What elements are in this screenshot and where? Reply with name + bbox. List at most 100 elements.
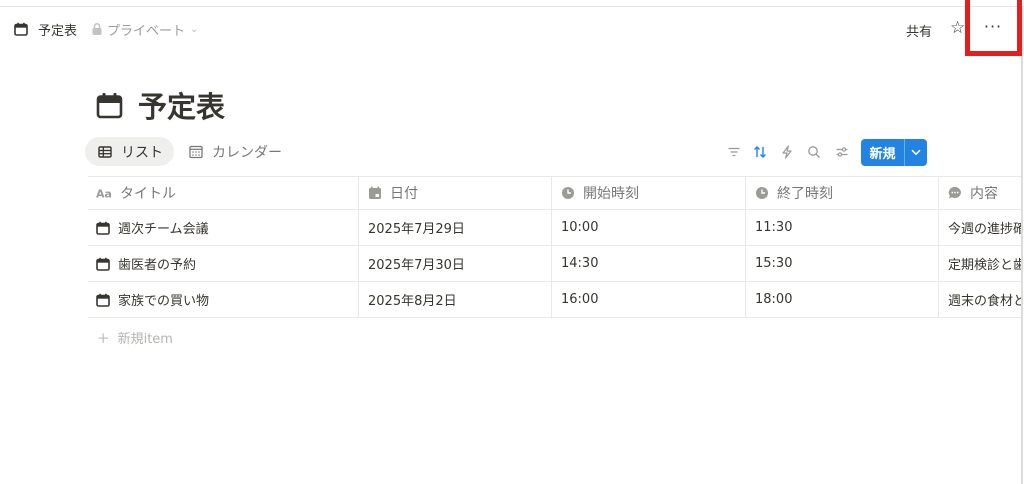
cell-title[interactable]: 週次チーム会議	[96, 210, 358, 245]
column-header-date[interactable]: 日付	[368, 177, 550, 209]
table-row[interactable]: 歯医者の予約 2025年7月30日 14:30 15:30 定期検診と歯	[88, 246, 1021, 282]
calendar-icon	[96, 221, 110, 235]
row-date: 2025年7月29日	[368, 222, 465, 237]
calendar-icon	[96, 257, 110, 271]
column-divider	[358, 246, 359, 281]
column-header-label: 内容	[970, 186, 998, 202]
row-start: 14:30	[561, 256, 599, 271]
row-end: 11:30	[755, 220, 793, 235]
column-divider	[551, 282, 552, 317]
column-divider	[551, 210, 552, 245]
row-title[interactable]: 週次チーム会議	[118, 218, 209, 237]
column-divider	[745, 246, 746, 281]
svg-text:Aa: Aa	[96, 188, 112, 201]
column-divider[interactable]	[745, 177, 746, 209]
window-top-border	[0, 0, 1024, 7]
tab-calendar-label: カレンダー	[212, 144, 282, 161]
cell-start[interactable]: 16:00	[561, 282, 743, 317]
cell-end[interactable]: 11:30	[755, 210, 937, 245]
cell-end[interactable]: 18:00	[755, 282, 937, 317]
cell-start[interactable]: 10:00	[561, 210, 743, 245]
row-end: 18:00	[755, 292, 793, 307]
new-button[interactable]: 新規	[861, 139, 927, 166]
column-divider	[938, 210, 939, 245]
row-end: 15:30	[755, 256, 793, 271]
top-bar: 予定表 プライベート ⌄ 共有 ☆	[0, 8, 1024, 50]
row-content: 週末の食材と	[948, 294, 1021, 309]
plus-icon: +	[97, 328, 110, 347]
row-date: 2025年7月30日	[368, 258, 465, 273]
tab-calendar-view[interactable]: カレンダー	[186, 137, 282, 166]
table-row[interactable]: 家族での買い物 2025年8月2日 16:00 18:00 週末の食材と	[88, 282, 1021, 318]
breadcrumb-title[interactable]: 予定表	[38, 20, 77, 39]
settings-icon[interactable]	[834, 144, 850, 160]
row-content: 定期検診と歯	[948, 258, 1021, 273]
sort-icon[interactable]	[752, 144, 768, 160]
filter-icon[interactable]	[726, 144, 742, 160]
column-divider	[745, 210, 746, 245]
row-start: 10:00	[561, 220, 599, 235]
column-header-label: 終了時刻	[777, 186, 833, 202]
column-divider	[745, 282, 746, 317]
column-divider	[551, 246, 552, 281]
column-header-end[interactable]: 終了時刻	[755, 177, 937, 209]
cell-date[interactable]: 2025年8月2日	[368, 282, 550, 317]
tab-list-view[interactable]: リスト	[85, 137, 174, 166]
automation-icon[interactable]	[779, 144, 795, 160]
column-divider	[358, 210, 359, 245]
lock-icon	[92, 22, 102, 35]
calendar-icon	[96, 293, 110, 307]
cell-end[interactable]: 15:30	[755, 246, 937, 281]
row-content: 今週の進捗確	[948, 222, 1021, 237]
new-button-label[interactable]: 新規	[861, 143, 904, 162]
comment-icon	[948, 186, 961, 199]
table-icon	[98, 145, 112, 158]
column-header-title[interactable]: Aa タイトル	[96, 177, 358, 209]
row-title[interactable]: 家族での買い物	[118, 290, 209, 309]
cell-content[interactable]: 週末の食材と	[948, 282, 1021, 317]
column-divider	[358, 282, 359, 317]
share-button[interactable]: 共有	[906, 21, 932, 40]
clock-icon	[562, 187, 574, 199]
column-divider[interactable]	[358, 177, 359, 209]
clock-icon	[756, 187, 768, 199]
cell-content[interactable]: 今週の進捗確	[948, 210, 1021, 245]
column-divider	[938, 282, 939, 317]
column-header-label: 日付	[390, 186, 418, 202]
calendar-icon	[14, 22, 28, 36]
date-icon	[369, 186, 381, 199]
column-divider[interactable]	[551, 177, 552, 209]
cell-start[interactable]: 14:30	[561, 246, 743, 281]
column-header-label: 開始時刻	[583, 186, 639, 202]
column-divider	[938, 246, 939, 281]
cell-date[interactable]: 2025年7月30日	[368, 246, 550, 281]
star-icon[interactable]: ☆	[950, 18, 965, 38]
row-date: 2025年8月2日	[368, 294, 457, 309]
row-title[interactable]: 歯医者の予約	[118, 254, 196, 273]
row-start: 16:00	[561, 292, 599, 307]
chevron-down-icon[interactable]	[905, 149, 927, 156]
chevron-down-icon[interactable]: ⌄	[190, 24, 198, 35]
add-item-label: 新規item	[117, 332, 173, 347]
column-header-label: タイトル	[120, 186, 176, 202]
column-divider[interactable]	[938, 177, 939, 209]
column-header-content[interactable]: 内容	[948, 177, 1021, 209]
scrollbar-track[interactable]	[1021, 7, 1023, 484]
cell-title[interactable]: 家族での買い物	[96, 282, 358, 317]
page-calendar-icon[interactable]	[96, 92, 123, 119]
cell-content[interactable]: 定期検診と歯	[948, 246, 1021, 281]
text-type-icon: Aa	[96, 188, 112, 201]
add-item-row[interactable]: + 新規item	[97, 328, 173, 348]
cell-title[interactable]: 歯医者の予約	[96, 246, 358, 281]
privacy-label[interactable]: プライベート	[107, 20, 185, 39]
search-icon[interactable]	[806, 144, 822, 160]
table-header-row: Aa タイトル 日付 開始時刻 終了時刻 内容	[88, 176, 1021, 210]
page-title[interactable]: 予定表	[138, 89, 225, 125]
more-options-button[interactable]: ···	[975, 12, 1011, 40]
table-row[interactable]: 週次チーム会議 2025年7月29日 10:00 11:30 今週の進捗確	[88, 210, 1021, 246]
cell-date[interactable]: 2025年7月29日	[368, 210, 550, 245]
column-header-start[interactable]: 開始時刻	[561, 177, 743, 209]
tab-list-label: リスト	[121, 144, 163, 161]
breadcrumb[interactable]: 予定表 プライベート ⌄	[14, 20, 198, 39]
calendar-grid-icon	[189, 145, 203, 158]
